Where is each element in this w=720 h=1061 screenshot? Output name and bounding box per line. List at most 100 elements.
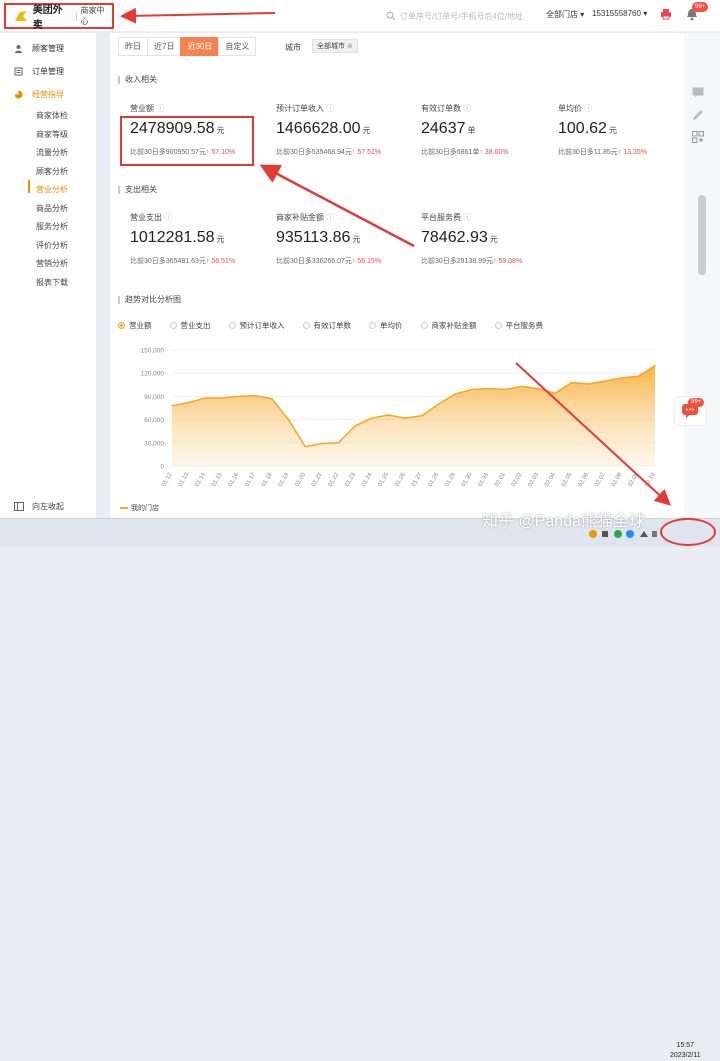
metric-value: 1466628.00 <box>276 120 361 137</box>
data-point[interactable] <box>520 385 523 388</box>
data-point[interactable] <box>637 375 640 378</box>
data-point[interactable] <box>570 381 573 384</box>
data-point[interactable] <box>304 445 307 448</box>
account-menu[interactable]: 15315558760 ▾ <box>592 9 647 18</box>
vertical-scrollbar[interactable] <box>698 195 706 275</box>
sidebar-item-orders[interactable]: 订单管理 <box>14 66 64 77</box>
info-icon[interactable]: ⓘ <box>326 104 334 113</box>
data-point[interactable] <box>287 418 290 421</box>
chart-legend: 营业额 营业支出 预计订单收入 有效订单数 单均价 商家补贴金额 平台服务费 <box>118 320 561 331</box>
data-point[interactable] <box>620 377 623 379</box>
store-select[interactable]: 全部门店 ▾ <box>546 9 584 20</box>
tab-custom[interactable]: 自定义 <box>218 37 257 56</box>
legend-label: 平台服务费 <box>505 321 544 330</box>
data-point[interactable] <box>237 395 240 398</box>
data-point[interactable] <box>321 442 323 445</box>
x-tick-label: 01.20 <box>294 471 307 488</box>
info-icon[interactable]: ⓘ <box>326 213 334 222</box>
data-point[interactable] <box>437 403 440 405</box>
data-point[interactable] <box>187 401 190 404</box>
collapse-sidebar-button[interactable]: 向左收起 <box>14 501 64 512</box>
data-point[interactable] <box>470 388 473 391</box>
data-point[interactable] <box>421 414 423 417</box>
metric-label: 营业支出 <box>130 213 162 222</box>
data-point[interactable] <box>554 392 556 395</box>
message-icon[interactable] <box>692 87 704 98</box>
metric-change-pct: ↑ 59.08% <box>492 258 523 265</box>
sidebar-subitem[interactable]: 服务分析 <box>36 221 68 232</box>
data-point[interactable] <box>537 387 540 390</box>
data-point[interactable] <box>404 417 406 419</box>
metric-compare: 比前30日多365481.63元 <box>130 258 206 265</box>
sidebar-item-customers[interactable]: 顾客管理 <box>14 43 64 54</box>
city-filter-chip[interactable]: 全部城市 ⊗ <box>312 39 358 53</box>
x-tick-label: 01.30 <box>461 471 474 488</box>
legend-item[interactable]: 单均价 <box>369 320 403 331</box>
brand-logo[interactable]: 美团外卖 | 商家中心 <box>4 3 114 31</box>
clock-time: 15:57 <box>676 1042 695 1049</box>
system-clock[interactable]: 15:57 2023/2/11 <box>670 1041 701 1061</box>
data-point[interactable] <box>387 414 390 416</box>
x-tick-label: 02.08 <box>611 471 624 488</box>
legend-item[interactable]: 有效订单数 <box>302 320 351 331</box>
legend-item[interactable]: 营业支出 <box>169 320 211 331</box>
data-point[interactable] <box>271 397 273 400</box>
data-point[interactable] <box>371 417 373 419</box>
sidebar-subitem[interactable]: 报表下载 <box>36 277 68 288</box>
metric-label: 预计订单收入 <box>276 104 324 113</box>
metric-operating-expense: 营业支出 ⓘ 1012281.58 元 比前30日多365481.63元↑ 56.… <box>130 212 235 266</box>
sidebar-subitem[interactable]: 商品分析 <box>36 203 68 214</box>
info-icon[interactable]: ⓘ <box>164 213 172 222</box>
data-point[interactable] <box>587 383 590 385</box>
data-point[interactable] <box>204 397 207 399</box>
tab-30-days[interactable]: 近30日 <box>180 37 220 56</box>
sidebar-subitem-active[interactable]: 营业分析 <box>36 184 68 195</box>
data-point[interactable] <box>454 393 456 395</box>
data-point[interactable] <box>221 397 223 399</box>
sidebar-subitem[interactable]: 营销分析 <box>36 258 68 269</box>
legend-item[interactable]: 商家补贴金额 <box>420 320 477 331</box>
legend-item[interactable]: 预计订单收入 <box>228 320 285 331</box>
y-tick-label: 150,000 <box>141 348 165 355</box>
radio-icon <box>369 322 376 329</box>
legend-item[interactable]: 营业额 <box>118 320 152 331</box>
sidebar-subitem[interactable]: 顾客分析 <box>36 166 68 177</box>
legend-item[interactable]: 平台服务费 <box>494 320 544 331</box>
info-icon[interactable]: ⓘ <box>463 213 471 222</box>
info-icon[interactable]: ⓘ <box>584 104 592 113</box>
edit-icon[interactable] <box>692 109 704 121</box>
metric-compare: 比前30日多336266.07元 <box>276 258 352 265</box>
sidebar-subitem[interactable]: 商家等级 <box>36 129 68 140</box>
metric-expected-order-income: 预计订单收入 ⓘ 1466628.00 元 比前30日多535468.94元↑ 5… <box>276 103 381 157</box>
data-point[interactable] <box>337 442 340 444</box>
data-point[interactable] <box>654 364 656 367</box>
sidebar-subitem[interactable]: 商家体检 <box>36 110 68 121</box>
sidebar-subitem[interactable]: 流量分析 <box>36 147 68 158</box>
chevron-down-icon: ▾ <box>580 10 585 19</box>
info-icon[interactable]: ⓘ <box>463 104 471 113</box>
x-tick-label: 01.16 <box>228 471 241 488</box>
close-icon[interactable]: ⊗ <box>347 43 353 50</box>
y-tick-label: 0 <box>160 464 164 471</box>
x-tick-label: 01.22 <box>328 471 341 488</box>
sidebar-subitem[interactable]: 评价分析 <box>36 240 68 251</box>
metric-merchant-subsidy: 商家补贴金额 ⓘ 935113.86 元 比前30日多336266.07元↑ 56… <box>276 212 381 266</box>
data-point[interactable] <box>171 404 173 407</box>
info-icon[interactable]: ⓘ <box>156 104 164 113</box>
data-point[interactable] <box>254 394 257 397</box>
data-point[interactable] <box>487 387 490 390</box>
store-select-label: 全部门店 <box>546 10 578 19</box>
printer-icon[interactable] <box>660 8 672 20</box>
data-point[interactable] <box>504 388 506 391</box>
tab-7-days[interactable]: 近7日 <box>147 37 182 56</box>
city-label: 城市 <box>285 43 301 52</box>
qrcode-icon[interactable] <box>692 131 704 143</box>
tab-yesterday[interactable]: 昨日 <box>118 37 148 56</box>
data-point[interactable] <box>354 424 357 427</box>
x-tick-label: 01.18 <box>261 471 274 488</box>
x-tick-label: 01.21 <box>311 471 324 488</box>
data-point[interactable] <box>604 380 606 382</box>
order-search-input[interactable]: 订单序号/订单号/手机号后4位/地址 <box>386 7 536 25</box>
sidebar-item-business-guide[interactable]: 经营指导 <box>14 89 64 100</box>
x-tick-label: 01.24 <box>361 471 374 488</box>
